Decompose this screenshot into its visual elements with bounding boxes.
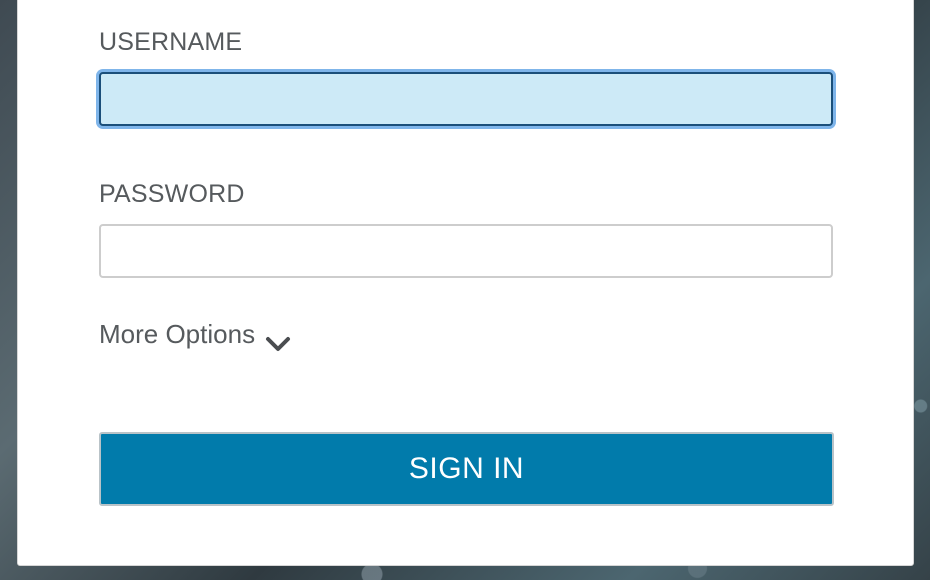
sign-in-button[interactable]: SIGN IN	[99, 432, 834, 506]
more-options-label: More Options	[99, 319, 256, 349]
login-card: USERNAME PASSWORD More Options SIGN IN	[17, 0, 914, 566]
login-page: { "form": { "username_label": "USERNAME"…	[0, 0, 930, 580]
password-field[interactable]	[99, 224, 833, 278]
password-label: PASSWORD	[99, 180, 245, 208]
username-label: USERNAME	[99, 28, 243, 56]
more-options-toggle[interactable]: More Options	[99, 319, 291, 351]
username-field[interactable]	[99, 72, 833, 126]
chevron-down-icon	[265, 329, 291, 351]
